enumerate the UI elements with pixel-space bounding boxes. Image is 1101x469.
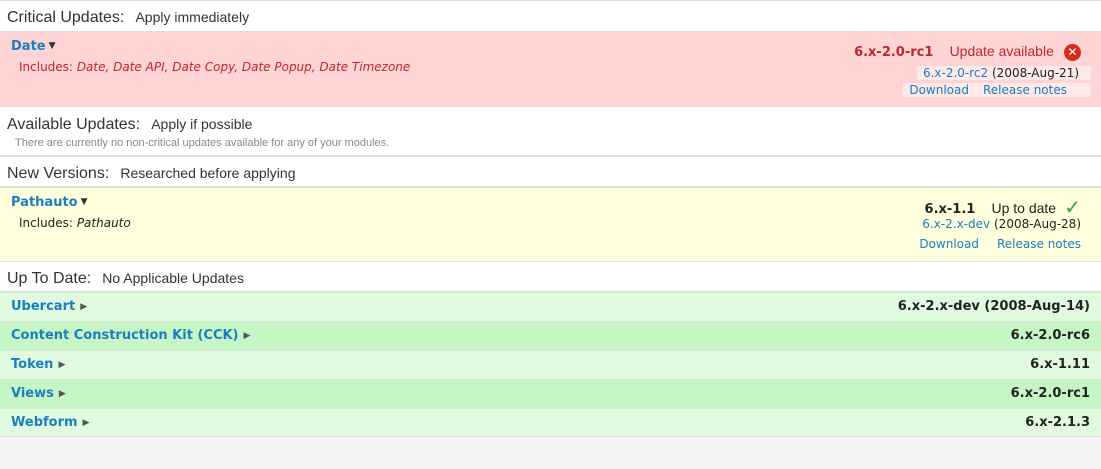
new-versions-title: New Versions:: [7, 165, 110, 182]
up-to-date-row: Content Construction Kit (CCK) ▶ 6.x-2.0-…: [0, 321, 1101, 350]
project-link-pathauto[interactable]: Pathauto: [11, 195, 78, 210]
project-link-ubercart[interactable]: Ubercart: [11, 299, 75, 314]
expand-arrow-icon[interactable]: ▶: [80, 302, 87, 312]
project-link-webform[interactable]: Webform: [11, 415, 78, 430]
recommended-version-link[interactable]: 6.x-2.0-rc2: [923, 66, 988, 80]
release-notes-link[interactable]: Release notes: [997, 237, 1081, 251]
includes-line: Includes: Pathauto: [19, 216, 131, 230]
release-links: Download Release notes: [919, 237, 1081, 251]
available-updates-title: Available Updates:: [7, 116, 141, 133]
available-updates-header: Available Updates: Apply if possible The…: [0, 106, 1101, 156]
up-to-date-header: Up To Date: No Applicable Updates: [0, 261, 1101, 292]
download-link[interactable]: Download: [919, 237, 979, 251]
up-to-date-row: Webform ▶ 6.x-2.1.3: [0, 408, 1101, 437]
recommended-version: 6.x-2.0-rc2 (2008-Aug-21): [916, 66, 1091, 80]
project-version: 6.x-2.0-rc6: [1010, 328, 1090, 343]
up-to-date-subtitle: No Applicable Updates: [102, 270, 244, 286]
expand-arrow-icon[interactable]: ▼: [81, 197, 88, 207]
release-links: Download Release notes: [903, 83, 1091, 97]
no-updates-note: There are currently no non-critical upda…: [15, 137, 390, 149]
critical-updates-header: Critical Updates: Apply immediately: [0, 0, 1101, 32]
installed-version: 6.x-2.0-rc1: [854, 45, 934, 60]
project-version: 6.x-2.x-dev (2008-Aug-14): [897, 299, 1090, 314]
release-notes-link[interactable]: Release notes: [983, 83, 1067, 97]
up-to-date-row: Ubercart ▶ 6.x-2.x-dev (2008-Aug-14): [0, 292, 1101, 321]
project-version: 6.x-2.1.3: [1025, 415, 1090, 430]
project-link-views[interactable]: Views: [11, 386, 54, 401]
check-icon: ✓: [1064, 195, 1081, 219]
project-link-token[interactable]: Token: [11, 357, 53, 372]
includes-line: Includes: Date, Date API, Date Copy, Dat…: [19, 60, 410, 74]
includes-label: Includes:: [19, 216, 73, 230]
download-link[interactable]: Download: [909, 83, 969, 97]
critical-project-row: Date ▼ Includes: Date, Date API, Date Cop…: [0, 32, 1101, 106]
new-version-link[interactable]: 6.x-2.x-dev: [922, 217, 990, 231]
available-updates-subtitle: Apply if possible: [151, 116, 253, 132]
expand-arrow-icon[interactable]: ▶: [83, 418, 90, 428]
expand-arrow-icon[interactable]: ▶: [58, 360, 65, 370]
new-versions-header: New Versions: Researched before applying: [0, 156, 1101, 187]
critical-updates-title: Critical Updates:: [7, 9, 125, 26]
new-version-info: 6.x-2.x-dev (2008-Aug-28): [922, 217, 1081, 231]
includes-label: Includes:: [19, 60, 73, 74]
expand-arrow-icon[interactable]: ▶: [59, 389, 66, 399]
project-link-date[interactable]: Date: [11, 39, 46, 54]
error-icon: ✕: [1064, 44, 1081, 61]
new-version-project-row: Pathauto ▼ Includes: Pathauto 6.x-1.1 Up …: [0, 187, 1101, 261]
expand-arrow-icon[interactable]: ▶: [244, 331, 251, 341]
critical-updates-subtitle: Apply immediately: [135, 9, 250, 25]
installed-version: 6.x-1.1: [924, 202, 976, 217]
includes-modules: Pathauto: [76, 216, 131, 230]
expand-arrow-icon[interactable]: ▼: [49, 41, 56, 51]
new-version-date: (2008-Aug-28): [994, 217, 1081, 231]
includes-modules: Date, Date API, Date Copy, Date Popup, D…: [76, 60, 411, 74]
project-version: 6.x-2.0-rc1: [1010, 386, 1090, 401]
project-link-cck[interactable]: Content Construction Kit (CCK): [11, 328, 239, 343]
status-text: Update available: [949, 43, 1054, 59]
new-versions-subtitle: Researched before applying: [120, 165, 296, 181]
up-to-date-row: Token ▶ 6.x-1.11: [0, 350, 1101, 379]
project-version: 6.x-1.11: [1030, 357, 1090, 372]
recommended-date: (2008-Aug-21): [992, 66, 1079, 80]
up-to-date-title: Up To Date:: [7, 270, 92, 287]
status-text: Up to date: [991, 200, 1057, 216]
up-to-date-row: Views ▶ 6.x-2.0-rc1: [0, 379, 1101, 408]
